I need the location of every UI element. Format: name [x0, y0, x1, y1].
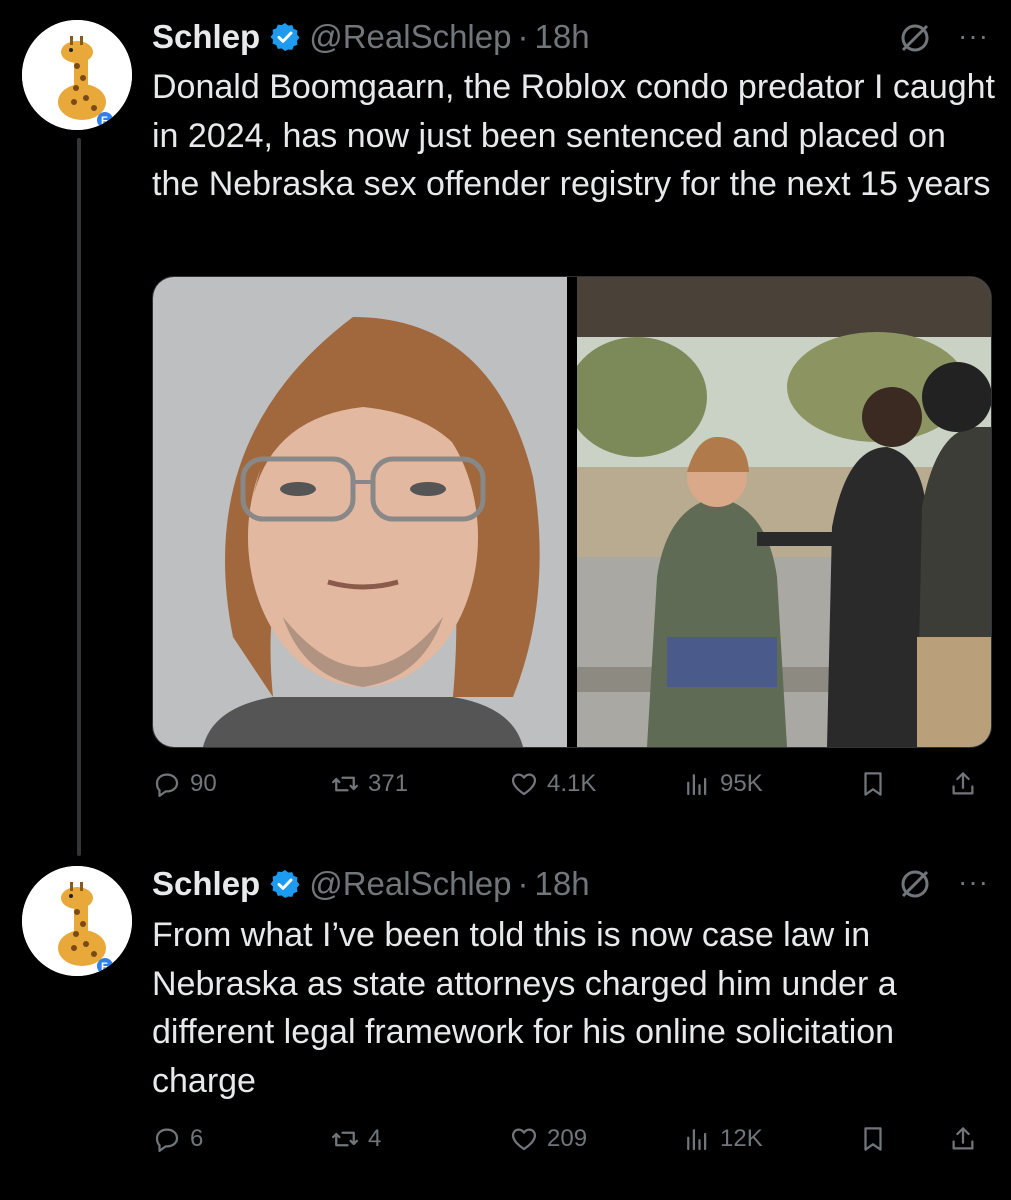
reply-button[interactable]: 90 — [152, 769, 217, 799]
share-button[interactable] — [948, 769, 986, 799]
share-icon — [952, 1127, 974, 1150]
repost-count: 4 — [368, 1125, 382, 1152]
repost-icon — [332, 1131, 358, 1147]
more-options-icon[interactable]: ··· — [958, 866, 989, 898]
svg-text:F: F — [101, 115, 108, 127]
tweet-header: Schlep @RealSchlep · 18h — [152, 864, 590, 904]
views-bar-chart-icon — [687, 1129, 707, 1151]
views-count: 12K — [720, 1125, 763, 1152]
separator-dot: · — [517, 865, 529, 902]
reply-button[interactable]: 6 — [152, 1124, 203, 1154]
share-button[interactable] — [948, 1124, 986, 1154]
author-name[interactable]: Schlep — [152, 865, 260, 903]
views-bar-chart-icon — [687, 774, 707, 796]
tweet-actions: 6 4 209 12K — [152, 1124, 990, 1164]
separator-dot: · — [517, 18, 529, 55]
tweet-header: Schlep @RealSchlep · 18h — [152, 17, 590, 57]
timestamp[interactable]: 18h — [534, 18, 589, 56]
arrest-scene-photo[interactable] — [577, 277, 991, 747]
giraffe-avatar[interactable]: F — [22, 866, 132, 976]
repost-button[interactable]: 4 — [330, 1124, 381, 1154]
like-button[interactable]: 4.1K — [509, 769, 596, 799]
share-icon — [952, 772, 974, 795]
heart-icon — [511, 773, 537, 796]
like-count: 4.1K — [547, 770, 597, 797]
reply-icon — [155, 773, 179, 797]
author-name[interactable]: Schlep — [152, 18, 260, 56]
reply-count: 90 — [190, 770, 217, 797]
tweet-actions: 90 371 4.1K 95K — [152, 769, 990, 809]
more-options-icon[interactable]: ··· — [958, 20, 989, 52]
views-count: 95K — [720, 770, 763, 797]
mugshot-photo[interactable] — [153, 277, 567, 747]
bookmark-button[interactable] — [858, 769, 896, 799]
tweet-text: Donald Boomgaarn, the Roblox condo preda… — [152, 68, 995, 203]
repost-count: 371 — [368, 770, 409, 797]
like-button[interactable]: 209 — [509, 1124, 587, 1154]
reply-count: 6 — [190, 1125, 204, 1152]
svg-text:F: F — [101, 961, 108, 973]
reply-icon — [155, 1128, 179, 1152]
repost-icon — [332, 776, 358, 792]
grok-icon[interactable] — [897, 20, 933, 56]
bookmark-icon — [864, 772, 882, 796]
verified-badge-icon — [270, 23, 300, 51]
views-button[interactable]: 95K — [682, 769, 763, 799]
views-button[interactable]: 12K — [682, 1124, 763, 1154]
media-grid[interactable] — [152, 276, 992, 748]
author-handle[interactable]: @RealSchlep — [309, 865, 511, 903]
bookmark-icon — [864, 1127, 882, 1151]
thread-connector-line — [77, 138, 81, 856]
like-count: 209 — [547, 1125, 588, 1152]
heart-icon — [511, 1128, 537, 1151]
grok-icon[interactable] — [897, 866, 933, 902]
timestamp[interactable]: 18h — [534, 865, 589, 903]
giraffe-avatar[interactable]: F — [22, 20, 132, 130]
tweet-text: From what I’ve been told this is now cas… — [152, 916, 897, 1100]
verified-badge-icon — [270, 870, 300, 898]
author-handle[interactable]: @RealSchlep — [309, 18, 511, 56]
bookmark-button[interactable] — [858, 1124, 896, 1154]
repost-button[interactable]: 371 — [330, 769, 408, 799]
